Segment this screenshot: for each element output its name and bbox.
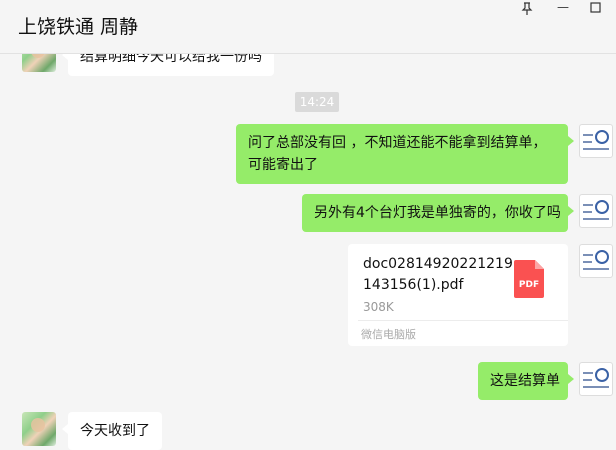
message-bubble-incoming[interactable]: 今天收到了: [62, 412, 162, 450]
pdf-icon-label: PDF: [518, 280, 540, 290]
file-source-label: 微信电脑版: [361, 328, 416, 341]
file-size: 308K: [363, 300, 394, 314]
minimize-icon: —: [557, 0, 569, 14]
chat-title: 上饶铁通 周静: [18, 16, 139, 38]
message-bubble-outgoing[interactable]: 问了总部没有回 ，不知道还能不能拿到结算单，可能寄出了: [236, 124, 574, 184]
message-bubble-incoming[interactable]: 结算明细今天可以给我一份吗: [62, 54, 274, 76]
maximize-button[interactable]: [578, 0, 612, 18]
my-avatar[interactable]: [579, 124, 613, 158]
chat-header: 上饶铁通 周静 —: [0, 0, 616, 54]
minimize-button[interactable]: —: [546, 0, 580, 18]
divider: [358, 320, 568, 321]
pin-icon[interactable]: [510, 0, 544, 18]
pdf-icon: PDF: [514, 260, 544, 298]
message-bubble-outgoing[interactable]: 另外有4个台灯我是单独寄的，你收了吗: [302, 194, 574, 232]
message-timestamp: 14:24: [295, 92, 339, 112]
contact-avatar[interactable]: [22, 54, 56, 72]
message-list[interactable]: 结算明细今天可以给我一份吗 14:24 问了总部没有回 ，不知道还能不能拿到结算…: [0, 54, 616, 450]
contact-avatar[interactable]: [22, 412, 56, 446]
file-name: doc02814920221219143156(1).pdf: [363, 256, 513, 293]
maximize-icon: [589, 2, 601, 13]
my-avatar[interactable]: [579, 194, 613, 228]
message-bubble-outgoing[interactable]: 这是结算单: [478, 362, 574, 400]
file-message-card[interactable]: doc02814920221219143156(1).pdf PDF 308K …: [348, 244, 568, 346]
my-avatar[interactable]: [579, 244, 613, 278]
my-avatar[interactable]: [579, 362, 613, 396]
